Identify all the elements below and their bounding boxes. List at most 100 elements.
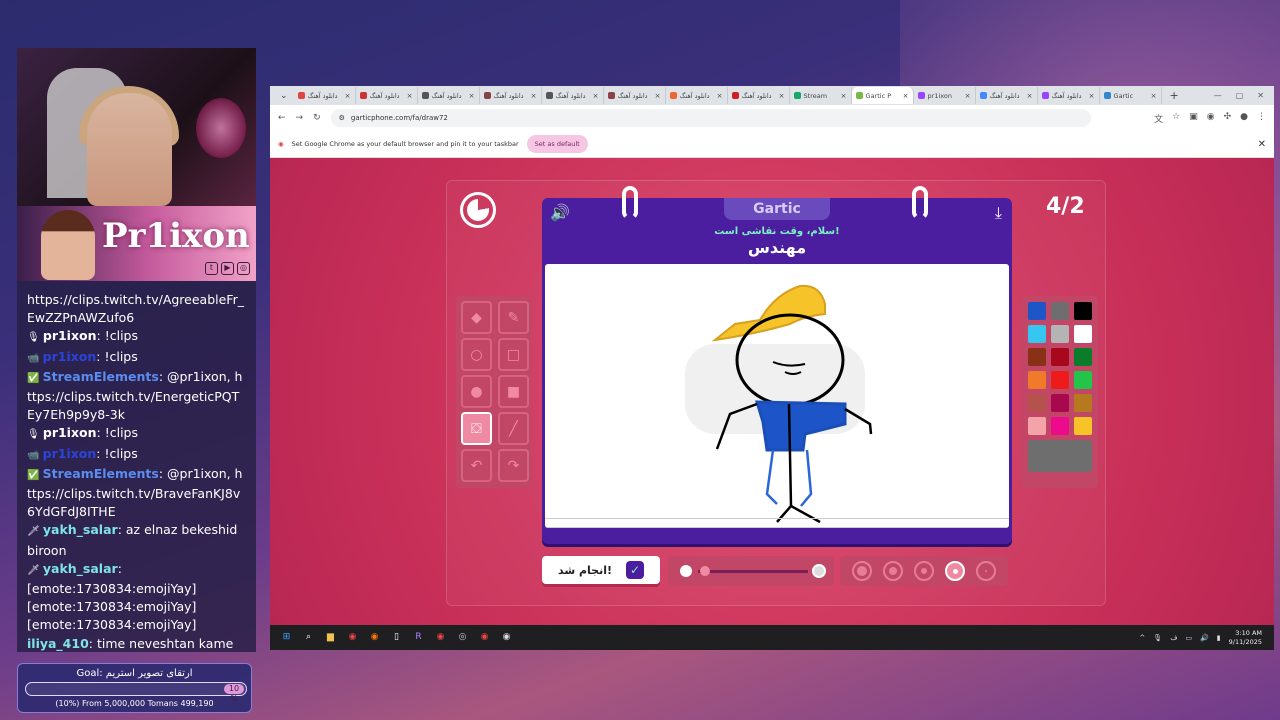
chat-username[interactable]: StreamElements (43, 466, 159, 481)
line-icon[interactable]: ╱ (498, 412, 529, 445)
browser-tab[interactable]: دانلود آهنگ × (294, 87, 356, 104)
network-icon[interactable]: ▭ (1185, 634, 1192, 642)
tab-close-icon[interactable]: × (717, 92, 723, 100)
reload-icon[interactable]: ↻ (313, 113, 321, 123)
chat-username[interactable]: pr1ixon (43, 425, 97, 440)
forward-icon[interactable]: → (296, 113, 304, 123)
profile-avatar[interactable]: ● (1240, 112, 1248, 125)
tab-close-icon[interactable]: × (1151, 92, 1157, 100)
slider-track[interactable] (698, 570, 808, 573)
color-swatch[interactable] (1028, 440, 1092, 472)
color-swatch[interactable] (1074, 302, 1092, 320)
browser-tab[interactable]: دانلود آهنگ × (666, 87, 728, 104)
color-swatch[interactable] (1051, 394, 1069, 412)
folder-icon[interactable]: ▆ (324, 631, 337, 644)
color-swatch[interactable] (1028, 371, 1046, 389)
color-swatch[interactable] (1074, 325, 1092, 343)
volume-icon[interactable]: 🔊 (1200, 634, 1209, 642)
chat-username[interactable]: pr1ixon (43, 328, 97, 343)
bucket-icon[interactable]: ⛋ (461, 412, 492, 445)
pencil-icon[interactable]: ✎ (498, 301, 529, 334)
language-icon[interactable]: ف (1170, 634, 1177, 642)
close-window-icon[interactable]: ✕ (1257, 91, 1264, 100)
circle-fill-icon[interactable]: ● (461, 375, 492, 408)
browser-tab[interactable]: دانلود آهنگ × (728, 87, 790, 104)
color-swatch[interactable] (1028, 348, 1046, 366)
obs-icon[interactable]: ◉ (500, 631, 513, 644)
set-default-button[interactable]: Set as default (526, 135, 588, 153)
r-app-icon[interactable]: R (412, 631, 425, 644)
color-swatch[interactable] (1028, 394, 1046, 412)
browser-tab[interactable]: دانلود آهنگ × (480, 87, 542, 104)
chat-username[interactable]: pr1ixon (43, 349, 97, 364)
color-swatch[interactable] (1074, 417, 1092, 435)
battery-icon[interactable]: ▮ (1217, 634, 1221, 642)
minimize-icon[interactable]: — (1214, 91, 1222, 100)
browser-tab[interactable]: دانلود آهنگ × (356, 87, 418, 104)
drawing-canvas[interactable] (545, 264, 1009, 528)
back-icon[interactable]: ← (278, 113, 286, 123)
firefox-icon[interactable]: ◉ (368, 631, 381, 644)
download-icon[interactable]: ⤓ (995, 203, 1002, 223)
chat-username[interactable]: StreamElements (43, 369, 159, 384)
steam-icon[interactable]: ◎ (456, 631, 469, 644)
color-swatch[interactable] (1051, 417, 1069, 435)
brush-size-2[interactable] (882, 561, 903, 581)
tab-close-icon[interactable]: × (593, 92, 599, 100)
speaker-icon[interactable]: 🔊 (550, 203, 570, 222)
opacity-slider[interactable] (668, 556, 834, 586)
browser-tab[interactable]: دانلود آهنگ × (976, 87, 1038, 104)
game-icon[interactable]: ◉ (434, 631, 447, 644)
extension-icon[interactable]: ◉ (1207, 112, 1215, 125)
bookmark-star-icon[interactable]: ☆ (1172, 112, 1180, 125)
chrome-icon[interactable]: ◉ (346, 631, 359, 644)
browser-tab[interactable]: Gartic × (1100, 87, 1162, 104)
browser-tab[interactable]: دانلود آهنگ × (604, 87, 666, 104)
chat-username[interactable]: pr1ixon (43, 446, 97, 461)
search-icon[interactable]: ⌕ (302, 631, 315, 644)
tab-close-icon[interactable]: × (903, 92, 909, 100)
browser-tab[interactable]: دانلود آهنگ × (542, 87, 604, 104)
square-fill-icon[interactable]: ■ (498, 375, 529, 408)
tab-close-icon[interactable]: × (779, 92, 785, 100)
tab-search-icon[interactable]: ⌄ (274, 91, 294, 101)
browser-tab[interactable]: دانلود آهنگ × (1038, 87, 1100, 104)
new-tab-icon[interactable]: + (1162, 89, 1187, 102)
tab-close-icon[interactable]: × (841, 92, 847, 100)
site-info-icon[interactable]: ⚙ (339, 114, 345, 122)
browser-tab[interactable]: Stream × (790, 87, 852, 104)
tab-close-icon[interactable]: × (345, 92, 351, 100)
maximize-icon[interactable]: ▢ (1236, 91, 1244, 100)
color-swatch[interactable] (1074, 394, 1092, 412)
chat-username[interactable]: yakh_salar (43, 561, 118, 576)
color-swatch[interactable] (1074, 371, 1092, 389)
translate-icon[interactable]: 文 (1154, 112, 1163, 125)
slider-handle[interactable] (700, 566, 710, 576)
color-swatch[interactable] (1051, 371, 1069, 389)
tab-close-icon[interactable]: × (1027, 92, 1033, 100)
file-icon[interactable]: ▯ (390, 631, 403, 644)
close-icon[interactable]: ✕ (1258, 139, 1266, 150)
tab-close-icon[interactable]: × (1089, 92, 1095, 100)
extensions-puzzle-icon[interactable]: ✣ (1224, 112, 1232, 125)
color-swatch[interactable] (1028, 417, 1046, 435)
chat-username[interactable]: iliya_410 (27, 636, 89, 651)
color-swatch[interactable] (1051, 302, 1069, 320)
chrome-icon[interactable]: ◉ (478, 631, 491, 644)
color-swatch[interactable] (1074, 348, 1092, 366)
chat-username[interactable]: yakh_salar (43, 522, 118, 537)
done-button[interactable]: انجام شد! ✓ (542, 556, 660, 584)
omnibox[interactable]: ⚙ garticphone.com/fa/draw72 (330, 109, 1091, 127)
tab-close-icon[interactable]: × (469, 92, 475, 100)
redo-icon[interactable]: ↷ (498, 449, 529, 482)
brush-size-5[interactable] (976, 561, 997, 581)
mic-icon[interactable]: 🎙 (1153, 634, 1162, 642)
color-swatch[interactable] (1028, 325, 1046, 343)
tab-close-icon[interactable]: × (655, 92, 661, 100)
menu-dots-icon[interactable]: ⋮ (1257, 112, 1266, 125)
tab-close-icon[interactable]: × (965, 92, 971, 100)
color-swatch[interactable] (1051, 325, 1069, 343)
browser-tab[interactable]: pr1ixon × (914, 87, 976, 104)
undo-icon[interactable]: ↶ (461, 449, 492, 482)
extension-icon[interactable]: ▣ (1189, 112, 1198, 125)
